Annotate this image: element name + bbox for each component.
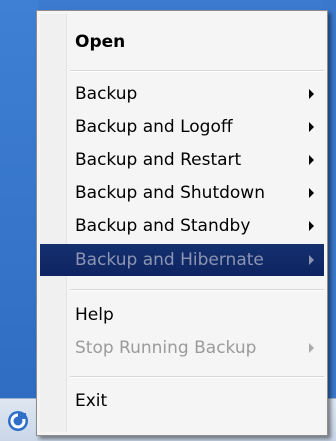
menu-item-label: Backup and Shutdown — [75, 183, 265, 203]
submenu-arrow-icon — [309, 155, 314, 165]
menu-item-backup-and-restart[interactable]: Backup and Restart — [40, 145, 324, 175]
menu-item-label: Backup and Hibernate — [75, 250, 264, 270]
desktop-left-edge — [0, 0, 38, 441]
submenu-arrow-icon — [309, 89, 314, 99]
menu-item-label: Open — [75, 32, 126, 52]
menu-item-backup[interactable]: Backup — [40, 79, 324, 109]
menu-item-label: Backup and Restart — [75, 150, 242, 170]
menu-item-label: Backup — [75, 84, 138, 104]
menu-item-backup-and-shutdown[interactable]: Backup and Shutdown — [40, 178, 324, 208]
menu-item-label: Stop Running Backup — [75, 338, 257, 358]
submenu-arrow-icon — [309, 255, 314, 265]
menu-separator — [70, 289, 324, 291]
backup-app-icon[interactable] — [6, 409, 30, 433]
menu-item-backup-and-logoff[interactable]: Backup and Logoff — [40, 112, 324, 142]
menu-item-exit[interactable]: Exit — [40, 386, 324, 416]
menu-item-label: Backup and Logoff — [75, 117, 233, 137]
submenu-arrow-icon — [309, 122, 314, 132]
submenu-arrow-icon — [309, 221, 314, 231]
menu-item-label: Backup and Standby — [75, 216, 251, 236]
menu-item-label: Exit — [75, 391, 108, 411]
submenu-arrow-icon — [309, 188, 314, 198]
menu-item-help[interactable]: Help — [40, 300, 324, 330]
tray-context-menu: Open Backup Backup and Logoff Backup and… — [36, 10, 328, 436]
menu-separator — [70, 376, 324, 378]
menu-item-backup-and-standby[interactable]: Backup and Standby — [40, 211, 324, 241]
menu-separator — [70, 70, 324, 72]
menu-item-label: Help — [75, 305, 114, 325]
submenu-arrow-icon — [309, 343, 314, 353]
menu-item-stop-running-backup: Stop Running Backup — [40, 333, 324, 363]
menu-item-open[interactable]: Open — [40, 27, 324, 57]
menu-item-backup-and-hibernate[interactable]: Backup and Hibernate — [40, 244, 324, 276]
